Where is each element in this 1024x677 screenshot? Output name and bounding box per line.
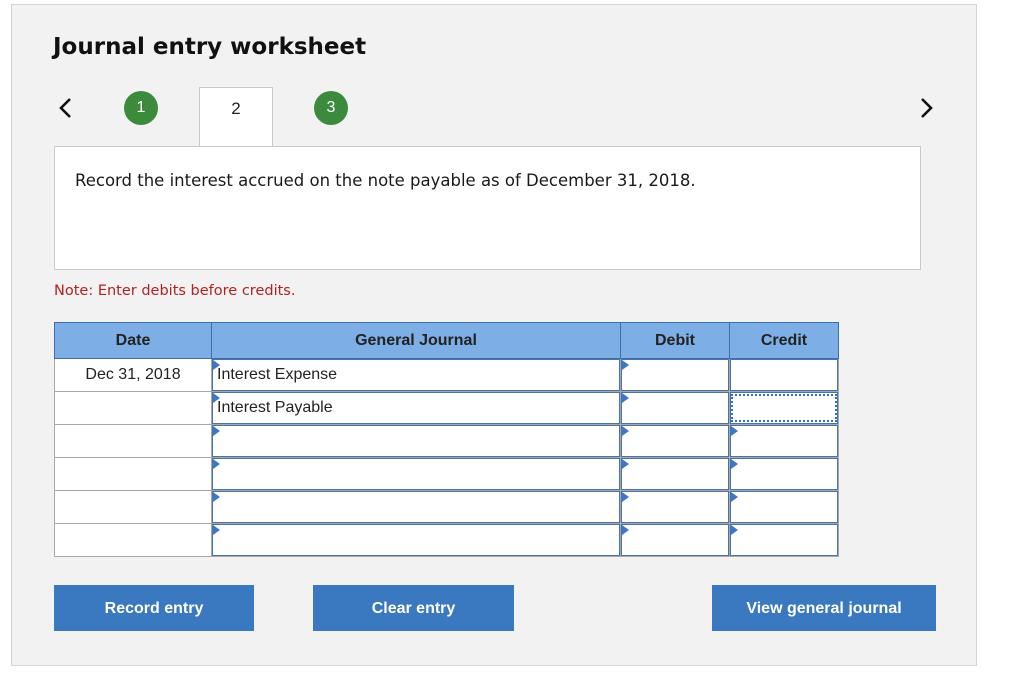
view-general-journal-button[interactable]: View general journal [712, 585, 936, 631]
debit-field[interactable] [620, 358, 730, 392]
account-field[interactable] [211, 523, 621, 557]
dropdown-marker-icon [622, 360, 629, 370]
step-3-button[interactable]: 3 [314, 91, 348, 125]
debit-header: Debit [620, 322, 730, 359]
credit-field[interactable] [729, 490, 839, 524]
entry-note: Note: Enter debits before credits. [54, 283, 296, 299]
date-header: Date [54, 322, 212, 359]
dropdown-marker-icon [731, 525, 738, 535]
debit-field[interactable] [620, 523, 730, 557]
account-value: Interest Expense [217, 366, 338, 383]
account-field[interactable]: Interest Payable [211, 391, 621, 425]
dropdown-marker-icon [622, 525, 629, 535]
debit-field[interactable] [620, 457, 730, 491]
credit-field-focused[interactable] [729, 391, 839, 425]
table-row: Interest Payable [54, 391, 839, 425]
dropdown-marker-icon [622, 492, 629, 502]
account-field[interactable] [211, 424, 621, 458]
date-cell [54, 391, 212, 425]
date-cell [54, 490, 212, 524]
step-1-button[interactable]: 1 [124, 91, 158, 125]
date-cell [54, 523, 212, 557]
date-cell: Dec 31, 2018 [54, 358, 212, 392]
table-row [54, 523, 839, 557]
account-value: Interest Payable [217, 399, 333, 416]
dropdown-marker-icon [622, 459, 629, 469]
dropdown-marker-icon [213, 426, 220, 436]
journal-table: Date General Journal Debit Credit Dec 31… [54, 322, 839, 557]
chevron-right-icon[interactable] [906, 88, 946, 128]
focus-outline [731, 394, 837, 422]
account-field[interactable] [211, 457, 621, 491]
date-cell [54, 457, 212, 491]
dropdown-marker-icon [731, 459, 738, 469]
dropdown-marker-icon [213, 459, 220, 469]
date-cell [54, 424, 212, 458]
dropdown-marker-icon [622, 426, 629, 436]
clear-entry-button[interactable]: Clear entry [313, 585, 514, 631]
account-field[interactable] [211, 490, 621, 524]
credit-field[interactable] [729, 358, 839, 392]
record-entry-button[interactable]: Record entry [54, 585, 254, 631]
chevron-left-icon[interactable] [46, 88, 86, 128]
question-prompt-box: Record the interest accrued on the note … [54, 146, 921, 270]
dropdown-marker-icon [731, 426, 738, 436]
credit-field[interactable] [729, 424, 839, 458]
table-row: Dec 31, 2018 Interest Expense [54, 358, 839, 392]
table-row [54, 457, 839, 491]
step-2-tab[interactable]: 2 [199, 87, 273, 147]
dropdown-marker-icon [213, 525, 220, 535]
debit-field[interactable] [620, 490, 730, 524]
dropdown-marker-icon [213, 492, 220, 502]
general-journal-header: General Journal [211, 322, 621, 359]
dropdown-marker-icon [622, 393, 629, 403]
credit-field[interactable] [729, 457, 839, 491]
dropdown-marker-icon [731, 492, 738, 502]
credit-field[interactable] [729, 523, 839, 557]
table-row [54, 490, 839, 524]
debit-field[interactable] [620, 424, 730, 458]
account-field[interactable]: Interest Expense [211, 358, 621, 392]
question-prompt: Record the interest accrued on the note … [75, 171, 696, 190]
table-row [54, 424, 839, 458]
page-title: Journal entry worksheet [53, 34, 367, 60]
debit-field[interactable] [620, 391, 730, 425]
credit-header: Credit [729, 322, 839, 359]
journal-header-row: Date General Journal Debit Credit [54, 322, 839, 359]
